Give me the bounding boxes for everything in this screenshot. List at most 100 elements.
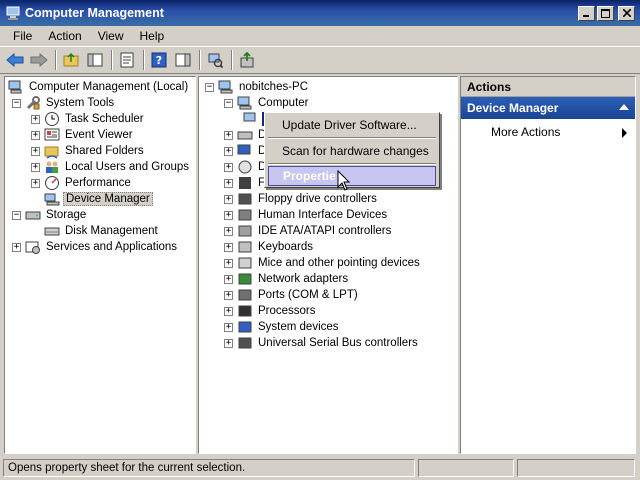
actions-header: Actions bbox=[461, 77, 635, 97]
console-tree-pane[interactable]: Computer Management (Local) − System Too… bbox=[4, 76, 196, 454]
menu-separator bbox=[268, 163, 436, 165]
properties-menu-item[interactable]: Propertie bbox=[268, 166, 436, 186]
device-category-system[interactable]: + System devices bbox=[224, 319, 341, 335]
tree-local-users[interactable]: + Local Users and Groups bbox=[31, 159, 191, 175]
expand-icon[interactable]: + bbox=[224, 178, 233, 188]
expand-icon[interactable]: + bbox=[224, 194, 233, 204]
expand-icon[interactable]: + bbox=[224, 274, 233, 284]
expand-icon[interactable]: + bbox=[224, 130, 233, 140]
show-hide-tree-button[interactable] bbox=[84, 49, 106, 71]
folder-up-icon bbox=[63, 52, 79, 67]
collapse-icon[interactable]: − bbox=[224, 98, 233, 108]
up-level-button[interactable] bbox=[60, 49, 82, 71]
disk-drive-icon bbox=[237, 127, 253, 143]
tree-disk-management[interactable]: Disk Management bbox=[31, 223, 160, 239]
menu-action[interactable]: Action bbox=[40, 29, 89, 43]
scan-hardware-menu-item[interactable]: Scan for hardware changes bbox=[268, 141, 436, 161]
device-category-mouse[interactable]: + Mice and other pointing devices bbox=[224, 255, 422, 271]
device-category-hid[interactable]: + Human Interface Devices bbox=[224, 207, 389, 223]
toolbar: ? bbox=[0, 46, 640, 74]
tree-system-tools[interactable]: − System Tools bbox=[12, 95, 116, 111]
tree-task-scheduler[interactable]: + Task Scheduler bbox=[31, 111, 146, 127]
network-icon bbox=[237, 271, 253, 287]
update-driver-button[interactable] bbox=[236, 49, 258, 71]
maximize-button[interactable] bbox=[597, 5, 614, 21]
device-category-port[interactable]: + Ports (COM & LPT) bbox=[224, 287, 360, 303]
expand-icon[interactable]: + bbox=[224, 258, 233, 268]
device-category-usb[interactable]: + Universal Serial Bus controllers bbox=[224, 335, 420, 351]
floppy-icon bbox=[237, 175, 253, 191]
category-label: Universal Serial Bus controllers bbox=[258, 337, 418, 349]
device-category-ide[interactable]: + IDE ATA/ATAPI controllers bbox=[224, 223, 393, 239]
menu-file[interactable]: File bbox=[5, 29, 40, 43]
expand-icon[interactable]: + bbox=[31, 130, 40, 140]
collapse-icon[interactable]: − bbox=[205, 82, 214, 92]
tree-event-viewer[interactable]: + Event Viewer bbox=[31, 127, 135, 143]
device-category-hidden-3[interactable]: + D bbox=[224, 159, 268, 175]
event-viewer-icon bbox=[44, 127, 60, 143]
back-button[interactable] bbox=[4, 49, 26, 71]
tree-root[interactable]: Computer Management (Local) bbox=[8, 79, 190, 95]
expand-icon[interactable]: + bbox=[31, 146, 40, 156]
tree-services[interactable]: + Services and Applications bbox=[12, 239, 179, 255]
toolbar-separator bbox=[55, 50, 57, 70]
device-manager-icon bbox=[44, 191, 60, 207]
menu-view[interactable]: View bbox=[90, 29, 132, 43]
tree-label: Disk Management bbox=[65, 225, 158, 237]
more-actions-item[interactable]: More Actions bbox=[491, 125, 631, 141]
tree-device-manager[interactable]: Device Manager bbox=[31, 191, 153, 207]
close-button[interactable] bbox=[618, 5, 635, 21]
expand-icon[interactable]: + bbox=[12, 242, 21, 252]
expand-icon[interactable]: + bbox=[224, 210, 233, 220]
expand-icon[interactable]: + bbox=[224, 338, 233, 348]
device-category-hidden-4[interactable]: + F bbox=[224, 175, 267, 191]
menu-help[interactable]: Help bbox=[132, 29, 173, 43]
expand-icon[interactable]: + bbox=[224, 162, 233, 172]
category-label: Mice and other pointing devices bbox=[258, 257, 420, 269]
ide-icon bbox=[237, 223, 253, 239]
menu-separator bbox=[268, 137, 436, 139]
show-action-pane-button[interactable] bbox=[172, 49, 194, 71]
device-category-hidden-1[interactable]: + D bbox=[224, 127, 268, 143]
expand-icon[interactable]: + bbox=[224, 226, 233, 236]
device-category-keyboard[interactable]: + Keyboards bbox=[224, 239, 315, 255]
collapse-icon[interactable]: − bbox=[12, 98, 21, 108]
scan-hardware-button[interactable] bbox=[204, 49, 226, 71]
minimize-button[interactable] bbox=[578, 5, 595, 21]
device-category-floppy[interactable]: + Floppy drive controllers bbox=[224, 191, 379, 207]
collapse-up-icon[interactable] bbox=[619, 104, 629, 110]
tree-shared-folders[interactable]: + Shared Folders bbox=[31, 143, 146, 159]
expand-icon[interactable]: + bbox=[224, 290, 233, 300]
expand-icon[interactable]: + bbox=[224, 242, 233, 252]
collapse-icon[interactable]: − bbox=[12, 210, 21, 220]
pc-icon bbox=[218, 79, 234, 95]
device-category-network[interactable]: + Network adapters bbox=[224, 271, 350, 287]
expand-icon[interactable]: + bbox=[31, 178, 40, 188]
device-category-hidden-2[interactable]: + D bbox=[224, 143, 268, 159]
help-toolbar-button[interactable]: ? bbox=[148, 49, 170, 71]
svg-text:?: ? bbox=[156, 54, 162, 67]
device-category-computer[interactable]: − Computer bbox=[224, 95, 311, 111]
properties-toolbar-button[interactable] bbox=[116, 49, 138, 71]
tree-storage[interactable]: − Storage bbox=[12, 207, 88, 223]
mouse-icon bbox=[237, 255, 253, 271]
expand-icon[interactable]: + bbox=[224, 322, 233, 332]
tree-performance[interactable]: + Performance bbox=[31, 175, 133, 191]
actions-group-label: Device Manager bbox=[467, 101, 559, 115]
tree-label: Services and Applications bbox=[46, 241, 178, 253]
actions-group-device-manager[interactable]: Device Manager bbox=[461, 97, 635, 119]
device-tree-pc[interactable]: − nobitches-PC bbox=[205, 79, 310, 95]
expand-icon[interactable]: + bbox=[224, 146, 233, 156]
forward-button[interactable] bbox=[28, 49, 50, 71]
expand-icon[interactable]: + bbox=[31, 162, 40, 172]
expand-icon[interactable]: + bbox=[224, 306, 233, 316]
help-icon: ? bbox=[151, 52, 167, 68]
category-label: Computer bbox=[258, 97, 309, 109]
expand-icon[interactable]: + bbox=[31, 114, 40, 124]
update-driver-menu-item[interactable]: Update Driver Software... bbox=[268, 115, 436, 135]
tree-label: Event Viewer bbox=[65, 129, 133, 141]
device-category-processor[interactable]: + Processors bbox=[224, 303, 318, 319]
disk-icon bbox=[44, 223, 60, 239]
tree-label: Storage bbox=[46, 209, 87, 221]
tree-label: Shared Folders bbox=[65, 145, 144, 157]
